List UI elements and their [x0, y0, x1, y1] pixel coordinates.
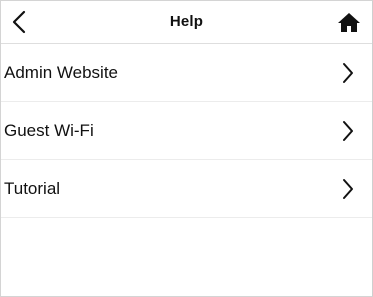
- help-screen: Help Admin Website Guest Wi-Fi Tutorial: [0, 0, 373, 297]
- menu-item-label: Tutorial: [4, 178, 61, 198]
- menu-item-label: Admin Website: [4, 62, 119, 82]
- back-button[interactable]: [7, 9, 31, 35]
- page-title: Help: [169, 12, 204, 30]
- menu-item-admin-website[interactable]: Admin Website: [1, 44, 372, 102]
- menu-item-guest-wifi[interactable]: Guest Wi-Fi: [1, 102, 372, 160]
- header-bar: Help: [1, 1, 372, 44]
- chevron-right-icon: [340, 177, 356, 201]
- home-button[interactable]: [336, 10, 362, 34]
- chevron-left-icon: [12, 10, 26, 34]
- chevron-right-icon: [340, 119, 356, 143]
- menu-item-label: Guest Wi-Fi: [4, 120, 94, 140]
- chevron-right-icon: [340, 61, 356, 85]
- home-icon: [338, 12, 360, 32]
- menu-item-tutorial[interactable]: Tutorial: [1, 160, 372, 218]
- help-menu-list: Admin Website Guest Wi-Fi Tutorial: [1, 44, 372, 218]
